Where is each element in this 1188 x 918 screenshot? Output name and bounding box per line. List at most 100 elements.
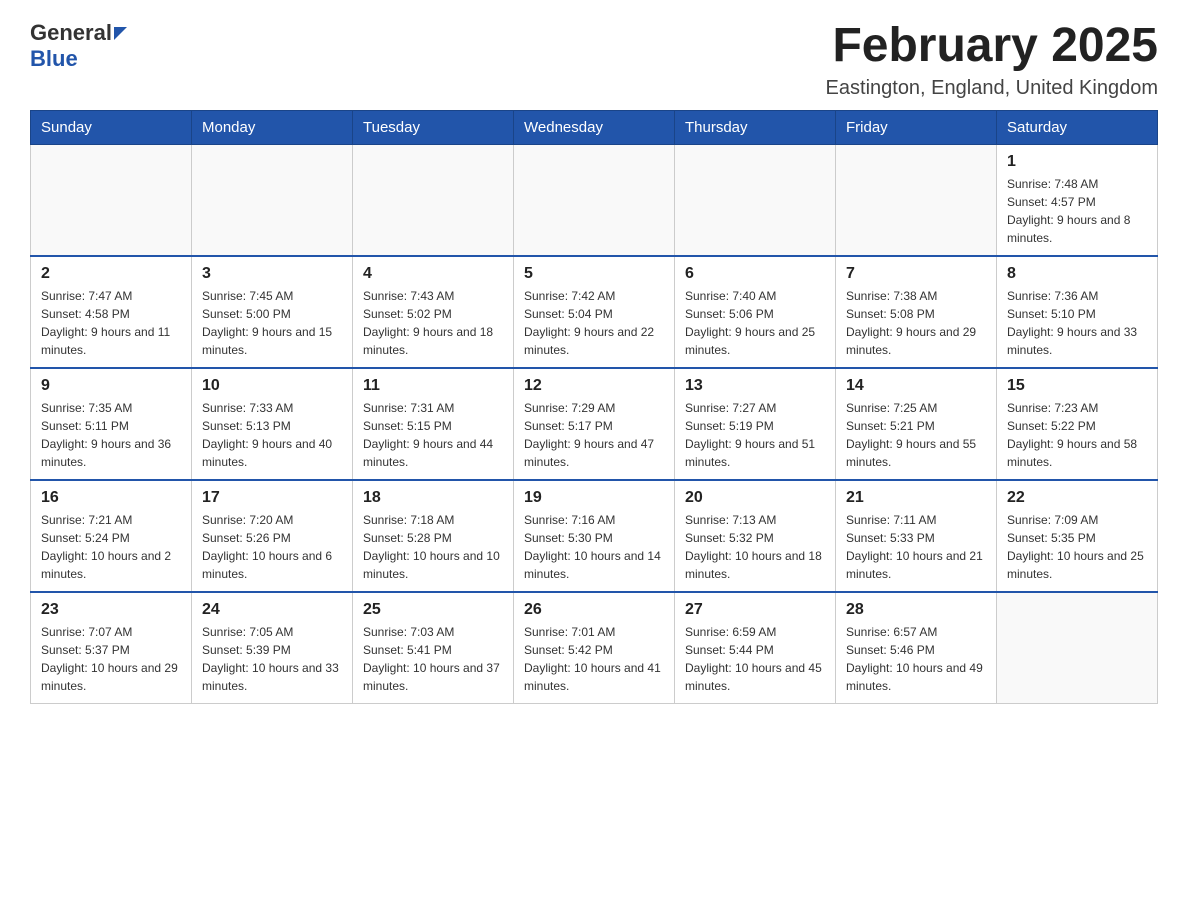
day-info: Sunrise: 7:29 AMSunset: 5:17 PMDaylight:… (524, 399, 664, 471)
day-number: 21 (846, 489, 986, 507)
calendar-table: SundayMondayTuesdayWednesdayThursdayFrid… (30, 110, 1158, 704)
weekday-header-saturday: Saturday (997, 110, 1158, 144)
day-number: 23 (41, 601, 181, 619)
weekday-header-tuesday: Tuesday (353, 110, 514, 144)
day-number: 19 (524, 489, 664, 507)
day-info: Sunrise: 7:27 AMSunset: 5:19 PMDaylight:… (685, 399, 825, 471)
logo: General Blue (30, 20, 127, 72)
day-info: Sunrise: 7:11 AMSunset: 5:33 PMDaylight:… (846, 511, 986, 583)
day-number: 7 (846, 265, 986, 283)
day-number: 8 (1007, 265, 1147, 283)
day-number: 4 (363, 265, 503, 283)
weekday-header-wednesday: Wednesday (514, 110, 675, 144)
calendar-cell: 19Sunrise: 7:16 AMSunset: 5:30 PMDayligh… (514, 480, 675, 592)
calendar-cell (675, 144, 836, 256)
day-number: 28 (846, 601, 986, 619)
day-info: Sunrise: 7:40 AMSunset: 5:06 PMDaylight:… (685, 287, 825, 359)
day-info: Sunrise: 7:20 AMSunset: 5:26 PMDaylight:… (202, 511, 342, 583)
calendar-cell (31, 144, 192, 256)
weekday-header-row: SundayMondayTuesdayWednesdayThursdayFrid… (31, 110, 1158, 144)
day-info: Sunrise: 7:31 AMSunset: 5:15 PMDaylight:… (363, 399, 503, 471)
weekday-header-sunday: Sunday (31, 110, 192, 144)
day-info: Sunrise: 7:05 AMSunset: 5:39 PMDaylight:… (202, 623, 342, 695)
day-number: 9 (41, 377, 181, 395)
day-number: 2 (41, 265, 181, 283)
calendar-cell: 20Sunrise: 7:13 AMSunset: 5:32 PMDayligh… (675, 480, 836, 592)
calendar-cell (997, 592, 1158, 704)
calendar-cell: 8 Sunrise: 7:36 AMSunset: 5:10 PMDaylight… (997, 256, 1158, 368)
weekday-header-monday: Monday (192, 110, 353, 144)
calendar-cell: 24 Sunrise: 7:05 AMSunset: 5:39 PMDayligh… (192, 592, 353, 704)
calendar-cell: 14Sunrise: 7:25 AMSunset: 5:21 PMDayligh… (836, 368, 997, 480)
week-row-1: 1 Sunrise: 7:48 AMSunset: 4:57 PMDaylight… (31, 144, 1158, 256)
day-info: Sunrise: 7:45 AMSunset: 5:00 PMDaylight:… (202, 287, 342, 359)
calendar-cell (192, 144, 353, 256)
calendar-cell: 5 Sunrise: 7:42 AMSunset: 5:04 PMDaylight… (514, 256, 675, 368)
day-info: Sunrise: 7:07 AMSunset: 5:37 PMDaylight:… (41, 623, 181, 695)
day-number: 20 (685, 489, 825, 507)
day-number: 17 (202, 489, 342, 507)
weekday-header-friday: Friday (836, 110, 997, 144)
day-number: 22 (1007, 489, 1147, 507)
day-info: Sunrise: 6:57 AMSunset: 5:46 PMDaylight:… (846, 623, 986, 695)
day-info: Sunrise: 7:47 AMSunset: 4:58 PMDaylight:… (41, 287, 181, 359)
location-title: Eastington, England, United Kingdom (826, 77, 1158, 100)
day-number: 24 (202, 601, 342, 619)
day-info: Sunrise: 7:33 AMSunset: 5:13 PMDaylight:… (202, 399, 342, 471)
day-info: Sunrise: 7:01 AMSunset: 5:42 PMDaylight:… (524, 623, 664, 695)
calendar-cell: 15Sunrise: 7:23 AMSunset: 5:22 PMDayligh… (997, 368, 1158, 480)
logo-general-text: General (30, 20, 112, 46)
calendar-cell: 28 Sunrise: 6:57 AMSunset: 5:46 PMDayligh… (836, 592, 997, 704)
calendar-cell: 25 Sunrise: 7:03 AMSunset: 5:41 PMDayligh… (353, 592, 514, 704)
week-row-3: 9 Sunrise: 7:35 AMSunset: 5:11 PMDaylight… (31, 368, 1158, 480)
week-row-5: 23 Sunrise: 7:07 AMSunset: 5:37 PMDayligh… (31, 592, 1158, 704)
month-title: February 2025 (826, 20, 1158, 73)
page-header: General Blue February 2025 Eastington, E… (30, 20, 1158, 100)
day-number: 12 (524, 377, 664, 395)
logo-blue-text: Blue (30, 46, 78, 72)
day-info: Sunrise: 7:36 AMSunset: 5:10 PMDaylight:… (1007, 287, 1147, 359)
day-info: Sunrise: 7:21 AMSunset: 5:24 PMDaylight:… (41, 511, 181, 583)
calendar-cell: 16Sunrise: 7:21 AMSunset: 5:24 PMDayligh… (31, 480, 192, 592)
day-number: 1 (1007, 153, 1147, 171)
day-number: 11 (363, 377, 503, 395)
day-number: 5 (524, 265, 664, 283)
calendar-cell: 7Sunrise: 7:38 AMSunset: 5:08 PMDaylight… (836, 256, 997, 368)
calendar-cell: 9 Sunrise: 7:35 AMSunset: 5:11 PMDaylight… (31, 368, 192, 480)
day-info: Sunrise: 7:42 AMSunset: 5:04 PMDaylight:… (524, 287, 664, 359)
calendar-cell: 13 Sunrise: 7:27 AMSunset: 5:19 PMDayligh… (675, 368, 836, 480)
day-number: 13 (685, 377, 825, 395)
day-info: Sunrise: 7:43 AMSunset: 5:02 PMDaylight:… (363, 287, 503, 359)
calendar-cell: 4 Sunrise: 7:43 AMSunset: 5:02 PMDaylight… (353, 256, 514, 368)
day-number: 6 (685, 265, 825, 283)
week-row-2: 2 Sunrise: 7:47 AMSunset: 4:58 PMDaylight… (31, 256, 1158, 368)
day-info: Sunrise: 6:59 AMSunset: 5:44 PMDaylight:… (685, 623, 825, 695)
day-info: Sunrise: 7:48 AMSunset: 4:57 PMDaylight:… (1007, 175, 1147, 247)
calendar-cell: 21 Sunrise: 7:11 AMSunset: 5:33 PMDayligh… (836, 480, 997, 592)
calendar-cell: 3 Sunrise: 7:45 AMSunset: 5:00 PMDaylight… (192, 256, 353, 368)
day-number: 10 (202, 377, 342, 395)
calendar-cell: 12 Sunrise: 7:29 AMSunset: 5:17 PMDayligh… (514, 368, 675, 480)
calendar-cell: 2 Sunrise: 7:47 AMSunset: 4:58 PMDaylight… (31, 256, 192, 368)
day-number: 27 (685, 601, 825, 619)
day-number: 25 (363, 601, 503, 619)
day-info: Sunrise: 7:25 AMSunset: 5:21 PMDaylight:… (846, 399, 986, 471)
weekday-header-thursday: Thursday (675, 110, 836, 144)
calendar-cell: 17 Sunrise: 7:20 AMSunset: 5:26 PMDayligh… (192, 480, 353, 592)
calendar-cell: 18Sunrise: 7:18 AMSunset: 5:28 PMDayligh… (353, 480, 514, 592)
calendar-cell: 26 Sunrise: 7:01 AMSunset: 5:42 PMDayligh… (514, 592, 675, 704)
calendar-cell: 10 Sunrise: 7:33 AMSunset: 5:13 PMDayligh… (192, 368, 353, 480)
calendar-cell (353, 144, 514, 256)
calendar-cell: 23 Sunrise: 7:07 AMSunset: 5:37 PMDayligh… (31, 592, 192, 704)
day-number: 15 (1007, 377, 1147, 395)
calendar-cell: 11 Sunrise: 7:31 AMSunset: 5:15 PMDayligh… (353, 368, 514, 480)
day-info: Sunrise: 7:18 AMSunset: 5:28 PMDaylight:… (363, 511, 503, 583)
day-info: Sunrise: 7:03 AMSunset: 5:41 PMDaylight:… (363, 623, 503, 695)
day-info: Sunrise: 7:35 AMSunset: 5:11 PMDaylight:… (41, 399, 181, 471)
day-number: 26 (524, 601, 664, 619)
week-row-4: 16Sunrise: 7:21 AMSunset: 5:24 PMDayligh… (31, 480, 1158, 592)
calendar-cell (836, 144, 997, 256)
calendar-cell: 27 Sunrise: 6:59 AMSunset: 5:44 PMDayligh… (675, 592, 836, 704)
day-number: 3 (202, 265, 342, 283)
title-block: February 2025 Eastington, England, Unite… (826, 20, 1158, 100)
